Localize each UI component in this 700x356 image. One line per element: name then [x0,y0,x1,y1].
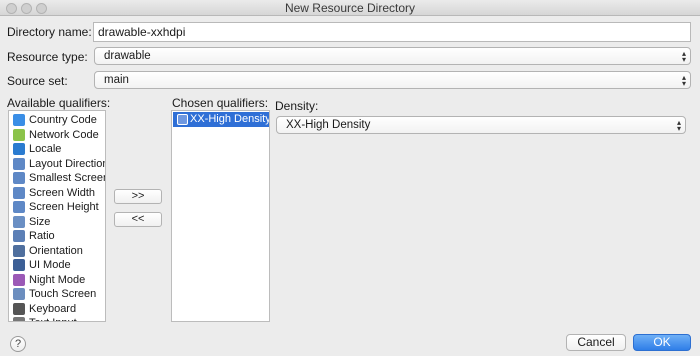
density-value: XX-High Density [286,119,371,131]
window-title: New Resource Directory [284,1,416,15]
available-qualifier-label: Network Code [29,128,99,141]
available-qualifiers-label: Available qualifiers: [7,96,111,110]
available-qualifier-label: Night Mode [29,273,86,286]
available-qualifier-item[interactable]: Keyboard [9,302,105,317]
available-qualifier-item[interactable]: Screen Width [9,186,105,201]
night-mode-icon [13,273,25,286]
available-qualifier-item[interactable]: UI Mode [9,258,105,273]
ratio-icon [13,230,25,242]
text-input-icon [13,317,25,321]
available-qualifier-label: Size [29,215,51,228]
available-qualifier-label: UI Mode [29,259,71,271]
chosen-qualifier-item[interactable]: XX-High Density [173,112,269,127]
remove-qualifier-button[interactable]: << [114,212,162,227]
available-qualifier-item[interactable]: Orientation [9,244,105,259]
chevron-up-down-icon: ▴ ▾ [681,73,686,88]
title-bar: New Resource Directory [0,0,700,16]
density-select[interactable]: XX-High Density ▴ ▾ [276,116,686,134]
available-qualifier-item[interactable]: Country Code [9,113,105,128]
available-qualifier-label: Screen Height [29,201,99,213]
density-icon [177,114,188,125]
available-qualifier-item[interactable]: Locale [9,142,105,157]
directory-name-label: Directory name: [7,25,92,39]
chosen-qualifier-label: XX-High Density [190,113,270,125]
available-qualifier-item[interactable]: Smallest Screen W [9,171,105,186]
resource-type-value: drawable [104,50,151,62]
available-qualifier-label: Locale [29,143,62,155]
add-qualifier-button[interactable]: >> [114,189,162,204]
density-label: Density: [275,99,319,113]
screen-height-icon [13,201,25,213]
chevron-up-down-icon: ▴ ▾ [681,49,686,64]
available-qualifier-label: Ratio [29,230,55,242]
resource-type-label: Resource type: [7,50,88,64]
size-icon [13,215,25,228]
available-qualifier-label: Text Input [29,317,77,321]
available-qualifier-label: Touch Screen [29,288,97,300]
available-qualifier-label: Keyboard [29,302,77,315]
available-qualifier-item[interactable]: Layout Direction [9,157,105,172]
chevron-up-down-icon: ▴ ▾ [676,118,681,133]
help-button[interactable]: ? [10,336,26,352]
available-qualifiers-list[interactable]: Country Code Network Code Locale Layout Dir… [8,110,106,322]
source-set-label: Source set: [7,74,68,88]
available-qualifier-item[interactable]: Text Input [9,316,105,321]
directory-name-field[interactable]: drawable-xxhdpi [93,22,691,42]
available-qualifier-item[interactable]: Network Code [9,128,105,143]
available-qualifier-item[interactable]: Night Mode [9,273,105,288]
locale-icon [13,143,25,155]
available-qualifier-item[interactable]: Screen Height [9,200,105,215]
available-qualifier-item[interactable]: Touch Screen [9,287,105,302]
chosen-qualifiers-list[interactable]: XX-High Density [171,110,270,322]
new-resource-directory-dialog: New Resource Directory Directory name: d… [0,0,700,356]
orientation-icon [13,244,25,257]
available-qualifier-label: Country Code [29,114,97,126]
touch-screen-icon [13,288,25,300]
ok-button[interactable]: OK [633,334,691,351]
smallest-screen-width-icon [13,172,25,184]
resource-type-select[interactable]: drawable ▴ ▾ [94,47,691,65]
country-code-icon [13,114,25,126]
layout-direction-icon [13,157,25,170]
available-qualifier-label: Smallest Screen W [29,172,106,184]
source-set-select[interactable]: main ▴ ▾ [94,71,691,89]
available-qualifier-item[interactable]: Ratio [9,229,105,244]
ui-mode-icon [13,259,25,271]
network-code-icon [13,128,25,141]
keyboard-icon [13,302,25,315]
available-qualifier-item[interactable]: Size [9,215,105,230]
available-qualifier-label: Orientation [29,244,83,257]
chosen-qualifiers-label: Chosen qualifiers: [172,96,269,110]
source-set-value: main [104,74,129,86]
cancel-button[interactable]: Cancel [566,334,626,351]
available-qualifier-label: Layout Direction [29,157,106,170]
available-qualifier-label: Screen Width [29,186,96,199]
screen-width-icon [13,186,25,199]
